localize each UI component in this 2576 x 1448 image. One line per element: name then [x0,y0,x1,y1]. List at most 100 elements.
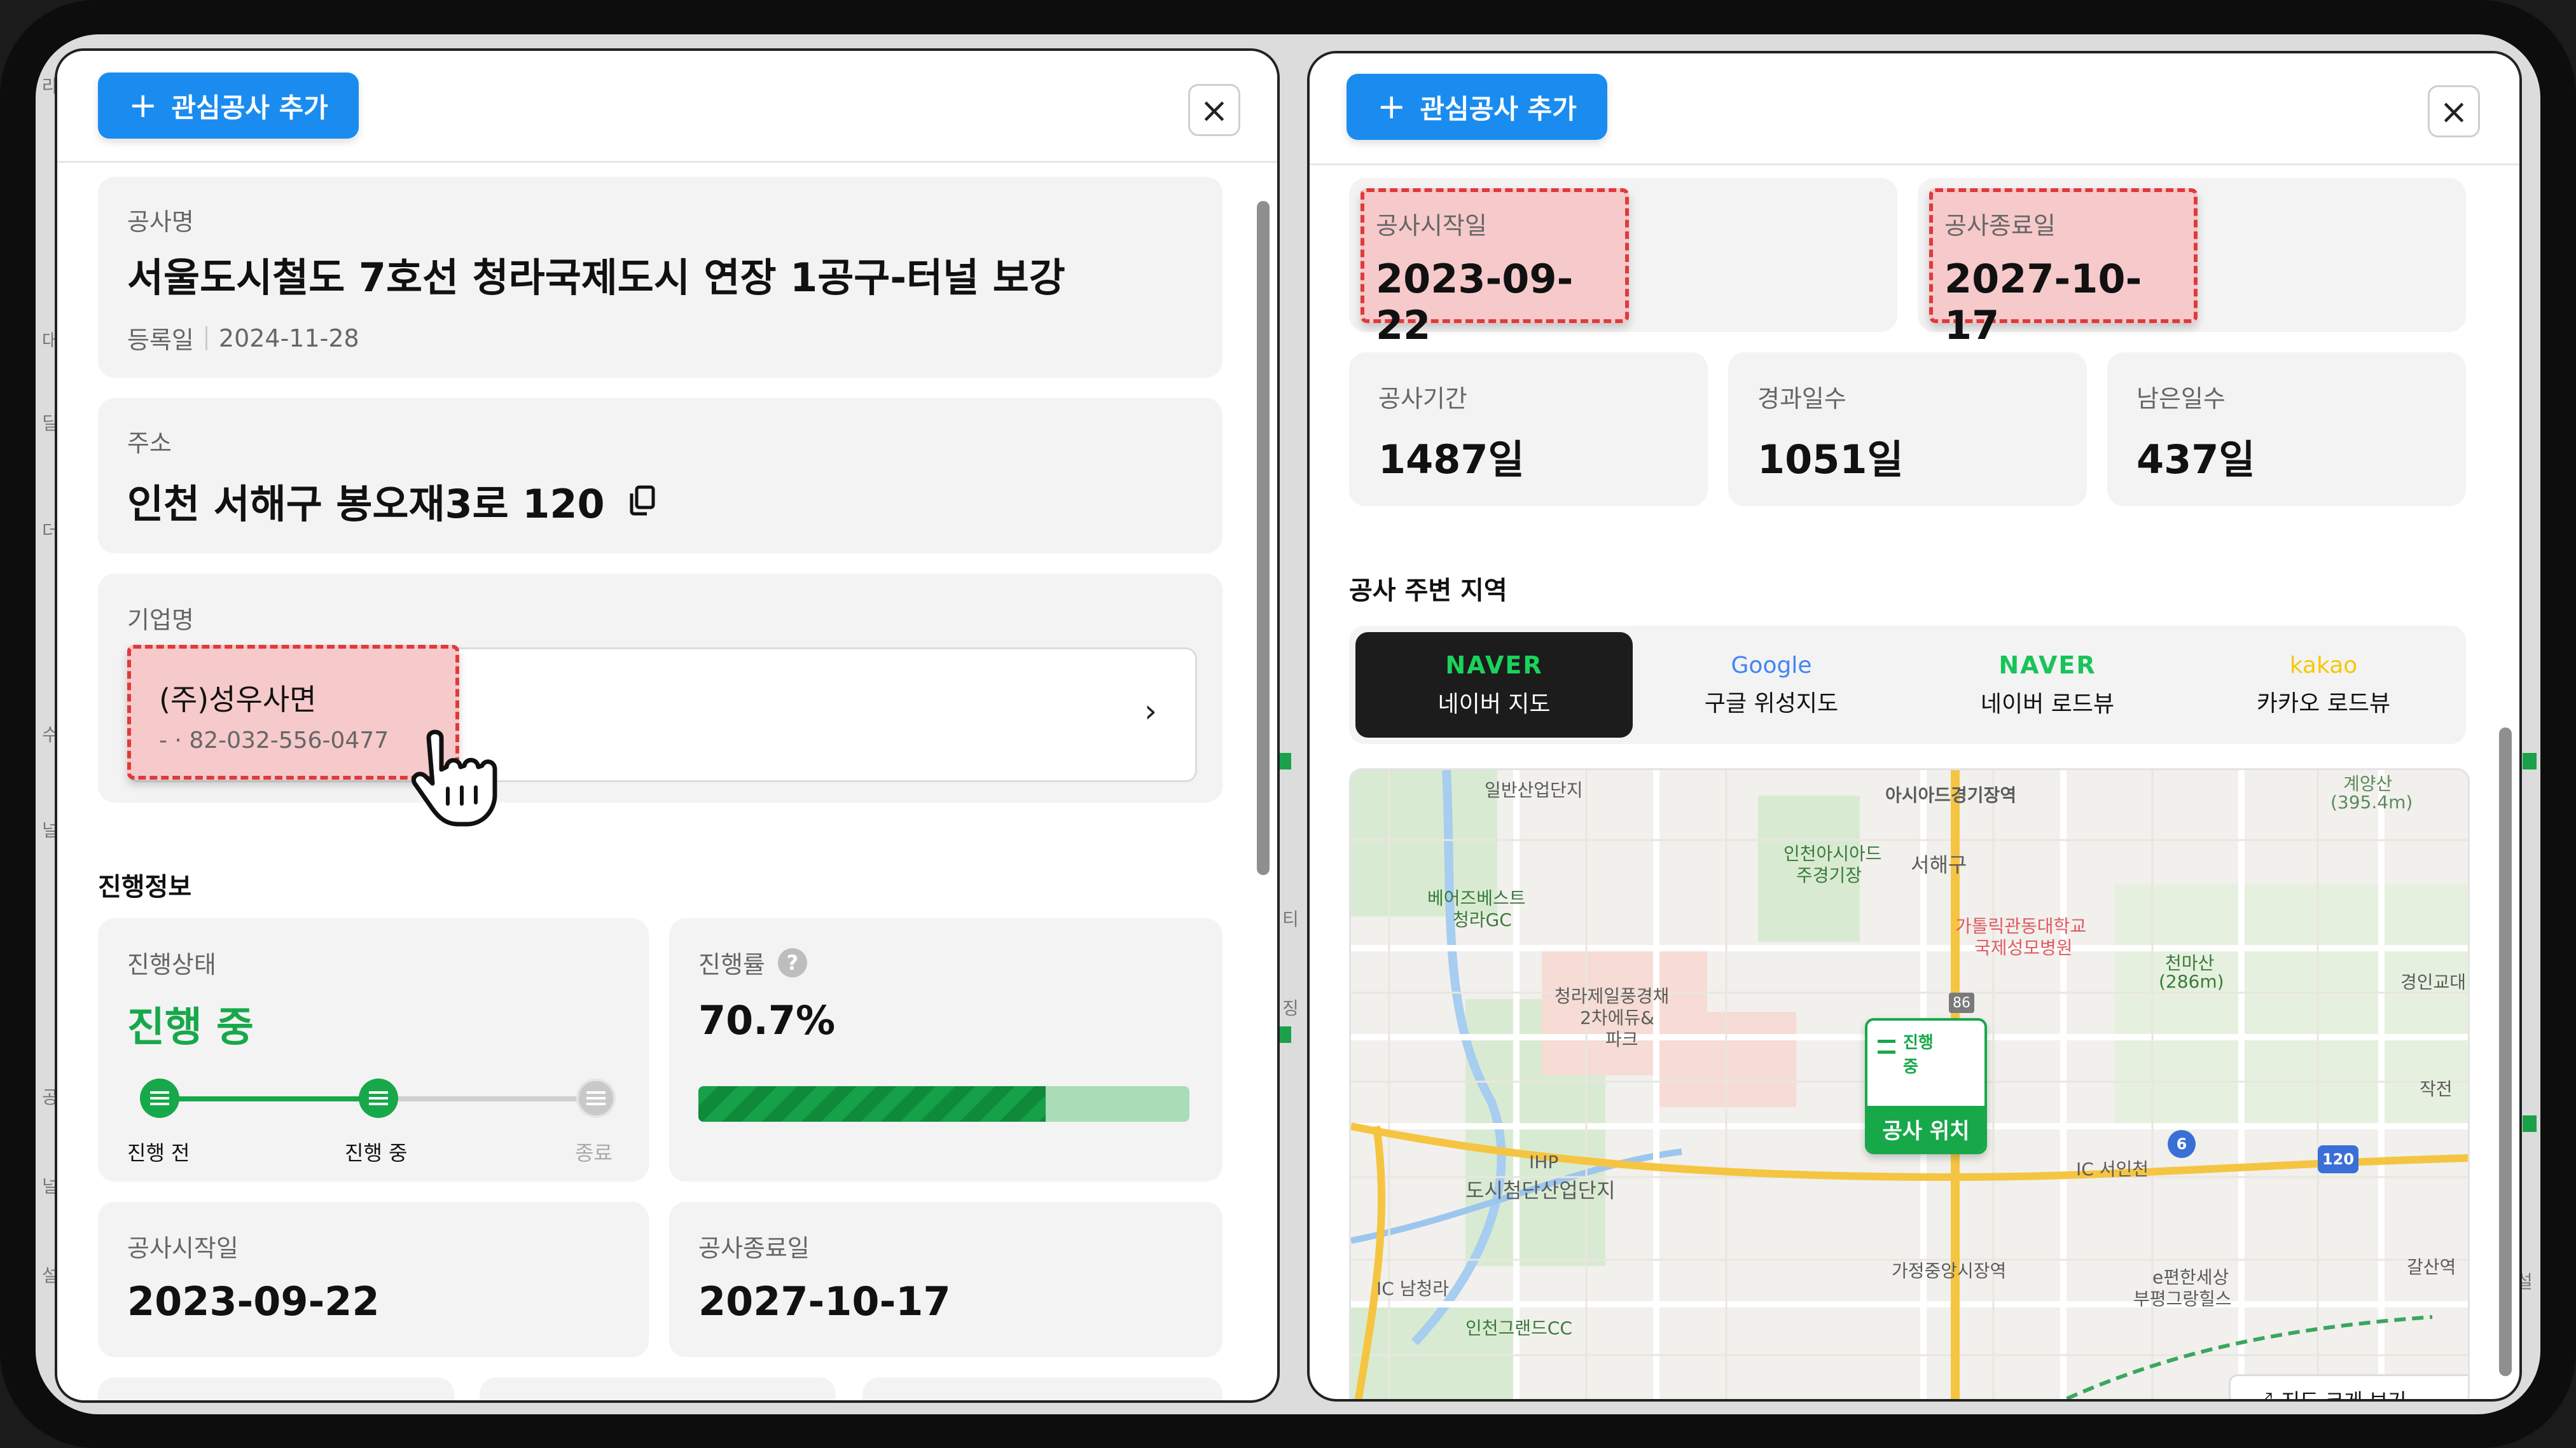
step-line-todo [378,1096,597,1101]
end-date-highlight: 공사종료일 2027-10-17 [1929,188,2198,348]
map-label: 인천그랜드CC [1465,1318,1572,1339]
map-label: IHP [1529,1152,1559,1173]
partial-card [480,1377,836,1400]
end-date-card: 공사종료일 2027-10-17 [669,1202,1222,1357]
nearby-title: 공사 주변 지역 [1349,576,1507,605]
google-logo: Google [1731,652,1812,679]
construction-marker[interactable]: 진행 중 공사 위치 [1865,1018,1987,1154]
project-name-card: 공사명 서울도시철도 7호선 청라국제도시 연장 1공구-터널 보강 등록일 2… [98,177,1222,378]
step-label: 진행 중 [345,1141,408,1165]
add-interest-label: 관심공사 추가 [171,92,328,123]
add-interest-label: 관심공사 추가 [1420,93,1577,125]
close-button[interactable]: × [2428,85,2480,137]
add-interest-button[interactable]: + 관심공사 추가 [98,72,359,139]
registered-row: 등록일 2024-11-28 [127,321,359,355]
company-name: (주)성우사면 [159,682,317,717]
tab-kakao-roadview[interactable]: kakao 카카오 로드뷰 [2185,632,2462,738]
status-label: 진행상태 [127,951,216,979]
pointer-hand-icon [412,729,497,827]
close-icon: × [1200,90,1229,130]
map-label: (395.4m) [2330,792,2413,813]
progress-section-title: 진행정보 [98,872,192,902]
tab-label: 카카오 로드뷰 [2256,690,2391,717]
map-label: 경인교대 [2400,972,2467,993]
panel-header: + 관심공사 추가 × [57,51,1277,163]
tab-naver-map[interactable]: NAVER 네이버 지도 [1355,632,1633,738]
start-date-label: 공사시작일 [127,1234,239,1262]
remaining-card: 남은일수 437일 [2107,352,2466,506]
panel-header: + 관심공사 추가 × [1310,53,2519,165]
enlarge-map-button[interactable]: ⤢ 지도 크게 보기 [2229,1374,2468,1402]
company-phone: - · 82-032-556-0477 [159,727,389,754]
map-label: 일반산업단지 [1485,780,1583,801]
route-sign: 86 [1949,993,1974,1013]
step-label: 진행 전 [127,1141,190,1165]
map-label: 가정중앙시장역 [1892,1260,2007,1281]
tab-google-satellite[interactable]: Google 구글 위성지도 [1633,632,1910,738]
status-icon [1878,1040,1895,1054]
map-view[interactable]: 일반산업단지 아시아드경기장역 계양산 (395.4m) 인천아시아드 주경기장… [1349,768,2470,1402]
rate-card: 진행률 ? 70.7% [669,918,1222,1182]
status-value: 진행 중 [127,1004,254,1051]
end-date-label: 공사종료일 [698,1234,810,1262]
scrollbar[interactable] [2499,727,2512,1376]
route-sign: 6 [2168,1130,2196,1158]
bg-marker [2523,1115,2537,1132]
enlarge-map-label: 지도 크게 보기 [2281,1389,2407,1402]
scrollbar[interactable] [1257,201,1270,875]
help-icon[interactable]: ? [777,948,807,977]
step-label: 종료 [575,1141,613,1165]
project-name: 서울도시철도 7호선 청라국제도시 연장 1공구-터널 보강 [127,254,1065,301]
elapsed-value: 1051일 [1757,436,1904,483]
kakao-logo: kakao [2289,652,2358,679]
period-card: 공사기간 1487일 [1349,352,1708,506]
copy-icon[interactable] [628,485,657,516]
project-name-label: 공사명 [127,208,194,236]
bg-text: 징 [1282,998,1299,1019]
bg-text: 티 [1282,909,1299,930]
map-label: 파크 [1605,1029,1638,1050]
period-value: 1487일 [1378,436,1525,483]
company-label: 기업명 [127,606,194,634]
progress-fill [698,1086,1046,1122]
marker-status: 진행 중 [1903,1033,1934,1077]
map-label: 부평그랑힐스 [2133,1288,2232,1309]
bg-marker [2523,753,2537,769]
start-date-value: 2023-09-22 [127,1278,380,1325]
tab-naver-roadview[interactable]: NAVER 네이버 로드뷰 [1909,632,2186,738]
address-label: 주소 [127,429,172,457]
rate-label-row: 진행률 ? [698,945,807,980]
step-end-icon [576,1079,616,1118]
period-label: 공사기간 [1378,385,1467,413]
tablet-frame: 라 대 딜 더 수 널 티 징 공 널 설 설 + 관심공사 추가 × 공사명 [0,0,2576,1448]
add-interest-button[interactable]: + 관심공사 추가 [1347,74,1607,140]
address-card: 주소 인천 서해구 봉오재3로 120 [98,398,1222,553]
remaining-value: 437일 [2136,436,2255,483]
map-tabs: NAVER 네이버 지도 Google 구글 위성지도 NAVER 네이버 로드… [1349,626,2466,744]
tab-label: 구글 위성지도 [1704,690,1839,717]
tab-label: 네이버 로드뷰 [1980,691,2115,717]
tab-label: 네이버 지도 [1437,691,1551,717]
expand-icon: ⤢ [2256,1387,2273,1402]
registered-date: 2024-11-28 [218,324,359,352]
map-label: 작전 [2420,1079,2453,1100]
naver-logo: NAVER [1998,651,2096,679]
address-value: 인천 서해구 봉오재3로 120 [127,481,605,527]
remaining-label: 남은일수 [2136,385,2226,413]
start-date-label: 공사시작일 [1376,212,1487,240]
map-label: IC 서인천 [2076,1159,2149,1180]
map-label: 도시첨단산업단지 [1465,1178,1616,1203]
map-label: 서해구 [1911,853,1967,877]
start-date-highlight: 공사시작일 2023-09-22 [1361,188,1629,348]
end-date-card: 공사종료일 2027-10-17 [1918,178,2466,348]
marker-label: 공사 위치 [1867,1106,1984,1152]
map-label: 주경기장 [1796,865,1862,886]
elapsed-label: 경과일수 [1757,385,1846,413]
map-label: (286m) [2159,971,2224,992]
map-label: IC 남청라 [1376,1278,1449,1299]
partial-card [98,1377,454,1400]
close-button[interactable]: × [1188,84,1240,136]
map-label: 청라GC [1453,909,1512,930]
step-current-icon [359,1079,398,1118]
close-icon: × [2439,91,2469,132]
